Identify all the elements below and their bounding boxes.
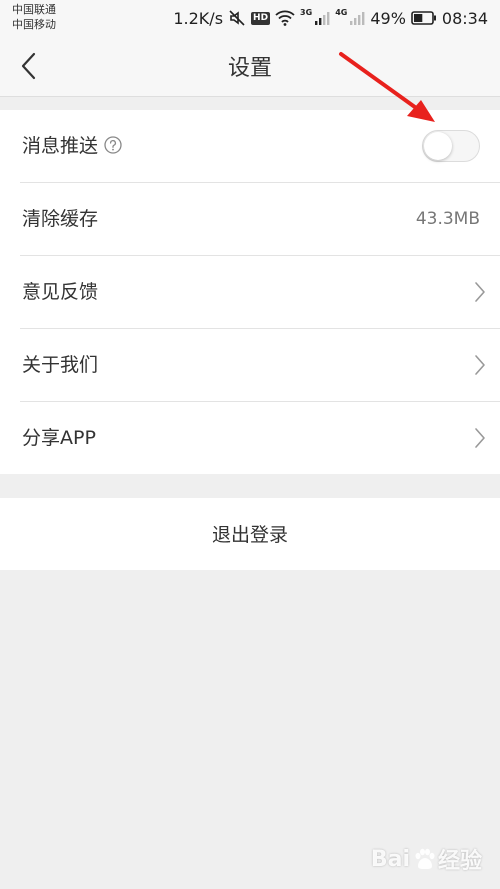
settings-item-label: 消息推送: [22, 135, 99, 157]
status-bar: 中国联通 中国移动 1.2K/s HD 3G 4G 49% 08:34: [0, 0, 500, 36]
wifi-icon: [275, 10, 295, 26]
toggle-knob: [424, 132, 452, 160]
carrier-info: 中国联通 中国移动: [12, 2, 56, 32]
baidu-jingyan-watermark: Bai 经验: [371, 843, 482, 875]
chevron-right-icon: [475, 428, 485, 448]
network-4g-label: 4G: [335, 7, 348, 17]
net-speed: 1.2K/s: [173, 8, 224, 28]
cache-size-value: 43.3MB: [415, 209, 480, 229]
carrier-1: 中国联通: [12, 3, 56, 16]
message-push-toggle[interactable]: [422, 130, 480, 162]
settings-item-about-us[interactable]: 关于我们: [20, 329, 500, 402]
settings-item-share-app[interactable]: 分享APP: [20, 402, 500, 474]
signal-icon: [350, 12, 365, 25]
chevron-left-icon: [21, 52, 36, 80]
clock: 08:34: [441, 8, 488, 28]
carrier-2: 中国移动: [12, 18, 56, 31]
help-icon[interactable]: [104, 136, 122, 154]
battery-icon: [411, 11, 436, 25]
battery-percent: 49%: [370, 8, 406, 28]
watermark-prefix: Bai: [370, 846, 410, 872]
signal-icon: [315, 12, 330, 25]
annotation-arrow-icon: [339, 52, 435, 122]
settings-list: 消息推送 清除缓存 43.3MB 意见反馈 关于我们 分享APP: [0, 110, 500, 474]
settings-item-label: 关于我们: [22, 354, 99, 376]
status-icons: 1.2K/s HD 3G 4G 49% 08:34: [173, 6, 488, 30]
chevron-right-icon: [475, 355, 485, 375]
mute-icon: [229, 10, 245, 26]
hd-badge: HD: [251, 11, 271, 25]
back-button[interactable]: [8, 46, 48, 86]
settings-item-label: 分享APP: [22, 427, 96, 449]
network-3g-label: 3G: [300, 7, 313, 17]
logout-button[interactable]: 退出登录: [0, 498, 500, 570]
paw-logo-icon: [415, 848, 435, 869]
watermark-suffix: 经验: [437, 849, 482, 874]
settings-item-label: 意见反馈: [22, 281, 99, 303]
settings-item-feedback[interactable]: 意见反馈: [20, 256, 500, 329]
settings-item-clear-cache[interactable]: 清除缓存 43.3MB: [20, 183, 500, 256]
chevron-right-icon: [475, 282, 485, 302]
settings-item-label: 清除缓存: [22, 208, 99, 230]
